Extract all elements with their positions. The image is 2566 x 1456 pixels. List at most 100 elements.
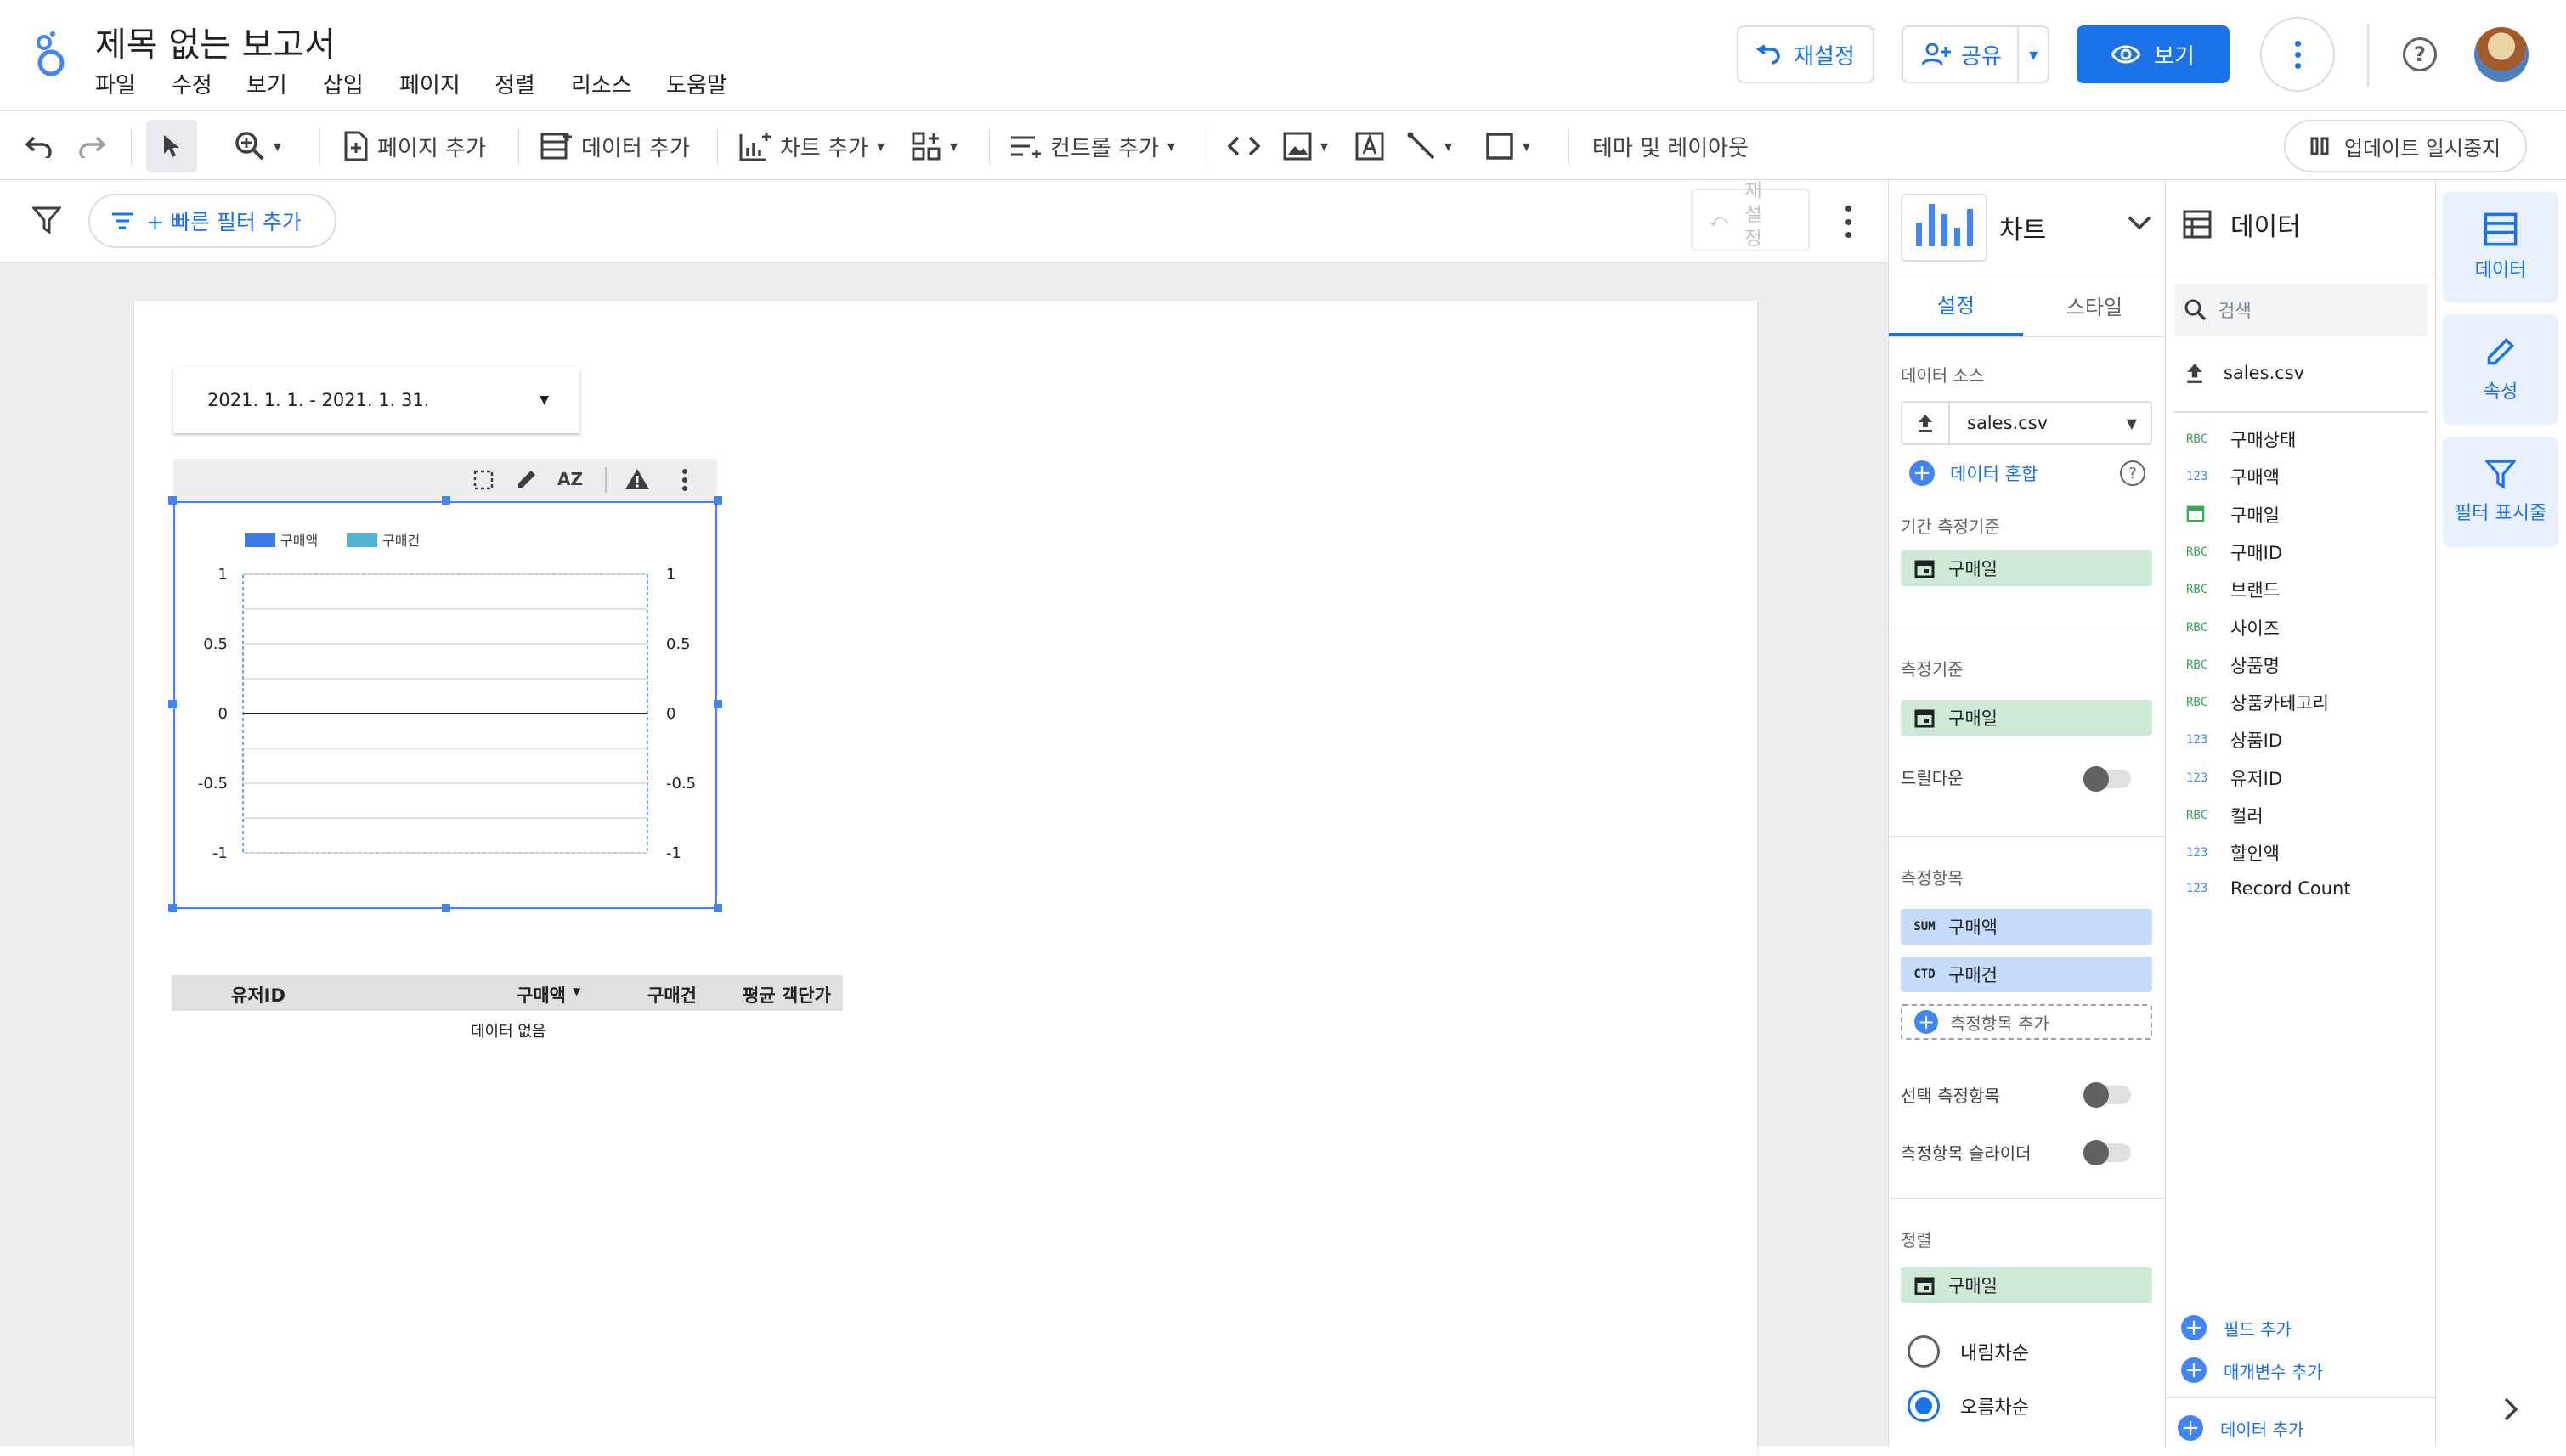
zoom-button[interactable]: ▾ [235,111,281,181]
rail-data-button[interactable]: 데이터 [2443,192,2558,302]
data-field-item[interactable]: 123 할인액 [2186,840,2280,866]
resize-handle[interactable] [168,496,177,505]
text-box-button[interactable] [1354,111,1385,181]
data-field-item[interactable]: 123 구매액 [2186,464,2280,489]
resize-handle[interactable] [442,496,450,505]
add-data-button[interactable]: 데이터 추가 [540,111,690,181]
panel-divider [1889,836,2166,837]
line-button[interactable]: ▾ [1407,111,1452,181]
add-metric-button[interactable]: + 측정항목 추가 [1901,1004,2152,1040]
report-page[interactable]: 2021. 1. 1. - 2021. 1. 31. ▼ AZ 구매액 구매건 1 0… [134,301,1757,1456]
help-icon[interactable]: ? [2403,37,2437,71]
filter-icon[interactable] [31,206,63,238]
warning-icon[interactable] [624,467,651,494]
drilldown-toggle[interactable] [2083,766,2131,792]
resize-handle[interactable] [714,496,722,505]
menu-file[interactable]: 파일 [95,68,136,99]
menu-view[interactable]: 보기 [246,68,287,99]
data-field-item[interactable]: 123 Record Count [2186,878,2351,899]
date-range-dimension-chip[interactable]: 구매일 [1901,550,2152,586]
sort-desc-radio[interactable]: 내림차순 [1908,1335,2029,1368]
report-title[interactable]: 제목 없는 보고서 [95,17,336,66]
data-field-item[interactable]: RBC 구매ID [2186,539,2282,565]
theme-layout-button[interactable]: 테마 및 레이아웃 [1592,111,1749,181]
reset-button[interactable]: 재설정 [1737,25,1874,83]
shape-button[interactable]: ▾ [1485,111,1530,181]
select-area-icon[interactable] [472,469,495,494]
add-data-source-button[interactable]: + 데이터 추가 [2178,1415,2303,1441]
pause-updates-button[interactable]: 업데이트 일시중지 [2284,120,2527,172]
data-source-select[interactable]: sales.csv ▼ [1901,401,2152,445]
data-table[interactable]: 유저ID 구매액 ▼ 구매건 평균 객단가 데이터 없음 [172,975,843,1047]
share-dropdown-icon[interactable]: ▾ [2019,44,2048,65]
menu-insert[interactable]: 삽입 [323,68,364,99]
add-component-button[interactable]: ▾ [911,111,958,181]
add-page-button[interactable]: 페이지 추가 [343,111,486,181]
collapse-chevron-icon[interactable] [2502,1397,2519,1425]
chevron-down-icon[interactable] [2127,214,2152,234]
table-header-avg-order[interactable]: 평균 객단가 [743,982,831,1007]
date-range-control[interactable]: 2021. 1. 1. - 2021. 1. 31. ▼ [173,367,579,433]
dimension-chip[interactable]: 구매일 [1901,700,2152,736]
metric-chip-purchase-count[interactable]: CTD 구매건 [1901,957,2152,992]
data-field-item[interactable]: RBC 구매상태 [2186,426,2296,452]
image-button[interactable]: ▾ [1283,111,1328,181]
rail-properties-button[interactable]: 속성 [2443,314,2558,425]
data-field-item[interactable]: RBC 브랜드 [2186,577,2280,602]
sort-asc-radio[interactable]: 오름차순 [1908,1390,2029,1422]
data-field-item[interactable]: 123 유저ID [2186,765,2282,791]
select-tool-button[interactable] [146,120,197,172]
add-chart-button[interactable]: 차트 추가 ▾ [739,111,885,181]
blend-data-button[interactable]: + 데이터 혼합 [1909,460,2038,486]
chart-type-selector[interactable]: 차트 [1901,194,2152,262]
data-source-row[interactable]: sales.csv [2184,362,2304,384]
edit-pencil-icon[interactable] [515,467,539,494]
data-field-item[interactable]: RBC 컬러 [2186,803,2264,828]
add-parameter-button[interactable]: + 매개변수 추가 [2181,1357,2323,1383]
menu-resource[interactable]: 리소스 [571,68,632,99]
optional-metrics-toggle[interactable] [2083,1082,2131,1108]
metric-slider-toggle[interactable] [2083,1140,2131,1165]
data-field-item[interactable]: RBC 상품명 [2186,652,2280,678]
table-header-purchase-count[interactable]: 구매건 [647,982,697,1007]
data-field-item[interactable]: 123 상품ID [2186,727,2282,753]
tab-setup[interactable]: 설정 [1889,274,2023,336]
resize-handle[interactable] [168,904,177,912]
chart-more-icon[interactable] [681,469,688,491]
reset-filter-button[interactable]: ⤺ 재 설 정 [1691,181,1810,251]
table-header-purchase-amount[interactable]: 구매액 ▼ [517,982,580,1007]
menu-edit[interactable]: 수정 [172,68,212,99]
resize-handle[interactable] [714,904,722,912]
legend-label: 구매액 [280,533,318,549]
resize-handle[interactable] [168,700,177,708]
add-control-button[interactable]: 컨트롤 추가 ▾ [1009,111,1175,181]
tab-style[interactable]: 스타일 [2023,274,2166,336]
view-button[interactable]: 보기 [2077,25,2230,83]
data-field-item[interactable]: RBC 상품카테고리 [2186,690,2329,715]
sort-field-chip[interactable]: 구매일 [1901,1267,2152,1303]
sort-az-icon[interactable]: AZ [557,469,583,489]
help-circle-icon[interactable]: ? [2120,460,2145,486]
share-button[interactable]: 공유 ▾ [1902,25,2049,83]
menu-arrange[interactable]: 정렬 [495,68,535,99]
menu-help[interactable]: 도움말 [666,68,727,99]
resize-handle[interactable] [714,700,722,708]
metric-chip-purchase-amount[interactable]: SUM 구매액 [1901,909,2152,945]
quick-filter-button[interactable]: + 빠른 필터 추가 [88,194,336,248]
looker-studio-logo[interactable] [32,31,70,78]
more-options-button[interactable] [2260,17,2335,92]
resize-handle[interactable] [442,904,450,912]
table-header-user-id[interactable]: 유저ID [231,982,285,1007]
embed-code-button[interactable] [1227,111,1261,181]
data-field-item[interactable]: 구매일 [2186,502,2280,528]
filterbar-more-icon[interactable] [1842,206,1854,238]
add-field-button[interactable]: + 필드 추가 [2181,1315,2292,1340]
undo-button[interactable] [24,111,53,181]
menu-page[interactable]: 페이지 [399,68,461,99]
combo-chart[interactable]: 구매액 구매건 1 0.5 0 -0.5 -1 1 0.5 0 -0.5 -1 [173,501,717,909]
search-field[interactable]: 검색 [2174,284,2428,336]
data-field-item[interactable]: RBC 사이즈 [2186,615,2280,641]
avatar[interactable] [2474,27,2529,82]
redo-button[interactable] [78,111,107,181]
rail-filter-bar-button[interactable]: 필터 표시줄 [2443,437,2558,547]
